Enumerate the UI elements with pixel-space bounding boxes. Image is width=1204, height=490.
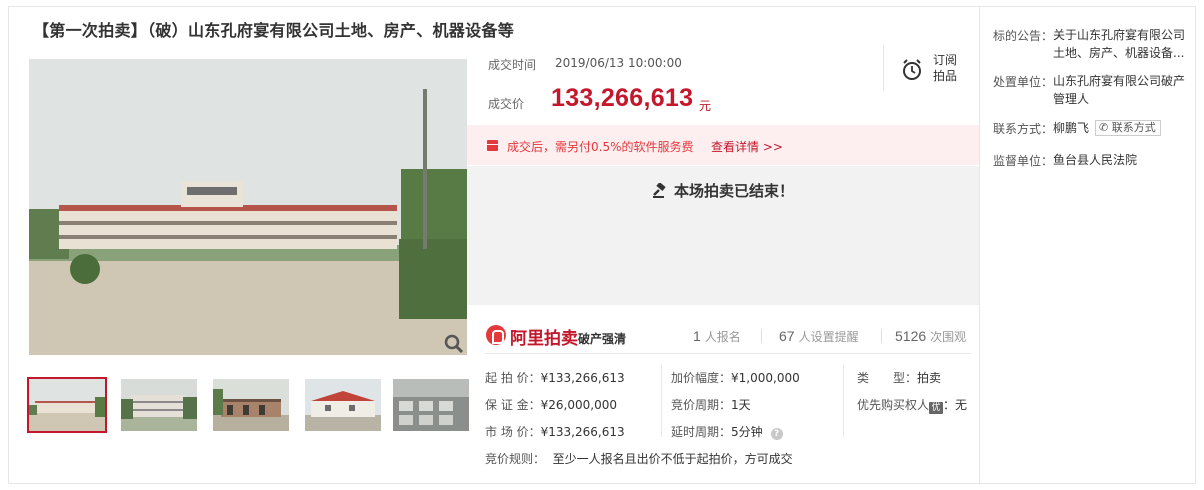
bid-rules: 竞价规则： 至少一人报名且出价不低于起拍价，方可成交: [485, 452, 793, 466]
platform-name: 阿里拍卖: [510, 329, 578, 349]
page-title: 【第一次拍卖】（破）山东孔府宴有限公司土地、房产、机器设备等: [33, 21, 515, 40]
platform-tag: 破产强清: [578, 332, 627, 346]
auction-detail-panel: 【第一次拍卖】（破）山东孔府宴有限公司土地、房产、机器设备等 成交时间 2019…: [8, 6, 1196, 485]
announcement-label: 标的公告：: [993, 29, 1054, 43]
bid-cycle: 竞价周期：1天: [671, 398, 751, 412]
alarm-clock-icon: [901, 58, 923, 82]
stat-reminders: 67 人设置提醒: [779, 328, 859, 344]
thumbnail-4[interactable]: [305, 379, 381, 431]
market-price: 市 场 价：¥133,266,613: [485, 425, 625, 439]
contact-button[interactable]: ✆ 联系方式: [1095, 120, 1161, 136]
auction-type: 类 型：拍卖: [857, 371, 942, 385]
deal-time-label: 成交时间: [488, 58, 537, 72]
disposer-label: 处置单位：: [993, 75, 1054, 89]
divider: [761, 329, 762, 343]
divider: [843, 365, 844, 437]
bid-increment: 加价幅度：¥1,000,000: [671, 371, 800, 385]
divider: [979, 7, 980, 485]
subscribe-label: 订阅拍品: [933, 53, 958, 83]
thumbnail-2[interactable]: [121, 379, 197, 431]
supervisor-value: 鱼台县人民法院: [1053, 153, 1138, 167]
subscribe-button[interactable]: 订阅拍品: [901, 50, 961, 90]
thumbnail-1[interactable]: [27, 377, 107, 433]
service-fee-notice: 成交后，需另付0.5%的软件服务费 查看详情 >>: [467, 125, 979, 165]
fee-rate: 0.5%: [591, 140, 622, 154]
deal-price-unit: 元: [699, 99, 712, 113]
stat-viewers: 5126 次围观: [895, 328, 967, 344]
deal-price-value: 133,266,613: [551, 84, 694, 112]
deposit: 保 证 金：¥26,000,000: [485, 398, 617, 412]
divider: [883, 45, 884, 91]
divider: [881, 329, 882, 343]
thumbnail-5[interactable]: [393, 379, 469, 431]
announcement-link[interactable]: 关于山东孔府宴有限公司土地、房产、机器设备...: [1053, 26, 1187, 62]
divider: [661, 365, 662, 437]
divider: [485, 353, 971, 354]
fee-details-link[interactable]: 查看详情 >>: [711, 138, 783, 155]
deal-time-value: 2019/06/13 10:00:00: [555, 56, 682, 70]
contact-label: 联系方式：: [993, 122, 1054, 136]
disposer-link[interactable]: 山东孔府宴有限公司破产管理人: [1053, 72, 1187, 108]
help-icon[interactable]: ?: [770, 428, 783, 440]
stat-signups: 1 人报名: [693, 328, 741, 344]
ali-auction-logo-icon: [486, 325, 506, 345]
phone-icon: ✆: [1099, 121, 1109, 134]
auction-ended-message: 本场拍卖已结束！: [467, 180, 979, 203]
contact-value: 柳鹏飞 ✆ 联系方式: [1053, 119, 1193, 137]
deal-price-label: 成交价: [488, 97, 525, 111]
contact-name: 柳鹏飞: [1053, 121, 1090, 135]
main-photo[interactable]: [29, 59, 467, 355]
auction-status-box: 本场拍卖已结束！: [467, 166, 979, 305]
priority-buyer: 优先购买权人优：无: [857, 398, 968, 414]
fee-text: 成交后，需另付0.5%的软件服务费: [507, 140, 694, 154]
zoom-icon[interactable]: [443, 333, 465, 355]
gavel-icon: [652, 182, 668, 203]
delay-cycle: 延时周期：5分钟?: [671, 423, 783, 440]
gift-icon: [487, 140, 498, 151]
priority-badge-icon: 优: [929, 402, 944, 414]
thumbnail-3[interactable]: [213, 379, 289, 431]
start-price: 起 拍 价：¥133,266,613: [485, 371, 625, 385]
supervisor-label: 监督单位：: [993, 154, 1054, 168]
